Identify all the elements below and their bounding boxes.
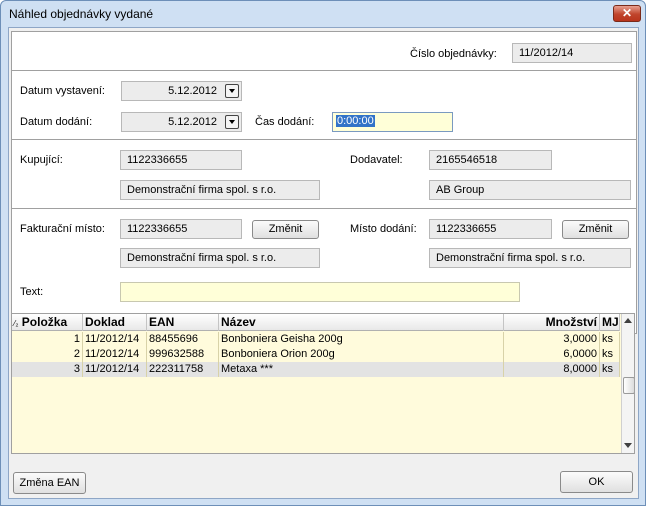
cell-item[interactable]: 3 — [12, 362, 83, 377]
cell-ean[interactable]: 88455696 — [147, 332, 219, 347]
cell-ean[interactable]: 999632588 — [147, 347, 219, 362]
buyer-name-field: Demonstrační firma spol. s r.o. — [120, 180, 320, 200]
billing-place-name-field: Demonstrační firma spol. s r.o. — [120, 248, 320, 268]
cell-unit[interactable]: ks — [600, 347, 620, 362]
text-label: Text: — [20, 286, 44, 298]
cell-name[interactable]: Bonboniera Geisha 200g — [219, 332, 504, 347]
cell-document[interactable]: 11/2012/14 — [83, 332, 147, 347]
cell-ean[interactable]: 222311758 — [147, 362, 219, 377]
delivery-time-input[interactable]: 0:00:00 — [332, 112, 453, 132]
supplier-label: Dodavatel: — [350, 154, 403, 166]
buyer-label: Kupující: — [20, 154, 63, 166]
order-items-grid: ⁄₂ Položka Doklad EAN Název Množství MJ … — [11, 313, 635, 454]
delivery-time-value[interactable]: 0:00:00 — [336, 115, 375, 127]
dialog-client: Číslo objednávky: 11/2012/14 Datum vysta… — [8, 27, 639, 499]
delivery-place-label: Místo dodání: — [350, 223, 417, 235]
billing-place-label: Fakturační místo: — [20, 223, 105, 235]
cell-name[interactable]: Bonboniera Orion 200g — [219, 347, 504, 362]
dialog-window: Náhled objednávky vydané ✕ Číslo objedná… — [0, 0, 646, 506]
supplier-id-field: 2165546518 — [429, 150, 552, 170]
column-header-ean[interactable]: EAN — [147, 314, 219, 331]
close-button[interactable]: ✕ — [613, 5, 641, 22]
delivery-place-name-field: Demonstrační firma spol. s r.o. — [429, 248, 631, 268]
delivery-place-id-field: 1122336655 — [429, 219, 552, 239]
close-icon[interactable]: ✕ — [622, 6, 632, 20]
column-label: Položka — [21, 315, 68, 329]
cell-item[interactable]: 2 — [12, 347, 83, 362]
delivery-date-picker[interactable]: 5.12.2012 — [121, 112, 242, 132]
sort-icon[interactable]: ⁄₂ — [14, 319, 18, 328]
order-header-panel: Číslo objednávky: 11/2012/14 Datum vysta… — [11, 31, 637, 334]
supplier-name-field: AB Group — [429, 180, 631, 200]
cell-unit[interactable]: ks — [600, 332, 620, 347]
chevron-down-icon[interactable] — [225, 84, 239, 98]
cell-unit[interactable]: ks — [600, 362, 620, 377]
billing-place-id-field: 1122336655 — [120, 219, 242, 239]
title-bar[interactable]: Náhled objednávky vydané ✕ — [1, 1, 645, 27]
order-number-field: 11/2012/14 — [512, 43, 632, 63]
divider — [12, 70, 636, 71]
cell-document[interactable]: 11/2012/14 — [83, 347, 147, 362]
window-title: Náhled objednávky vydané — [9, 7, 154, 21]
ok-button[interactable]: OK — [560, 471, 633, 493]
cell-quantity[interactable]: 3,0000 — [504, 332, 600, 347]
cell-quantity[interactable]: 6,0000 — [504, 347, 600, 362]
cell-name[interactable]: Metaxa *** — [219, 362, 504, 377]
cell-document[interactable]: 11/2012/14 — [83, 362, 147, 377]
order-number-label: Číslo objednávky: — [410, 48, 497, 60]
billing-change-button[interactable]: Změnit — [252, 220, 319, 239]
table-row[interactable]: 2 11/2012/14 999632588 Bonboniera Orion 200… — [12, 347, 620, 362]
text-input[interactable] — [120, 282, 520, 302]
issue-date-value: 5.12.2012 — [168, 85, 217, 97]
column-header-item[interactable]: ⁄₂ Položka — [12, 314, 83, 331]
table-row[interactable]: 3 11/2012/14 222311758 Metaxa *** 8,0000 ks — [12, 362, 620, 377]
divider — [12, 208, 636, 209]
cell-item[interactable]: 1 — [12, 332, 83, 347]
grid-header: ⁄₂ Položka Doklad EAN Název Množství MJ — [12, 314, 620, 331]
change-ean-button[interactable]: Změna EAN — [13, 472, 86, 494]
scroll-up-icon[interactable] — [624, 318, 632, 323]
issue-date-label: Datum vystavení: — [20, 85, 105, 97]
column-header-document[interactable]: Doklad — [83, 314, 147, 331]
delivery-date-value: 5.12.2012 — [168, 116, 217, 128]
scroll-thumb[interactable] — [623, 377, 634, 394]
vertical-scrollbar[interactable] — [621, 314, 634, 453]
column-header-unit[interactable]: MJ — [600, 314, 620, 331]
buyer-id-field: 1122336655 — [120, 150, 242, 170]
cell-quantity[interactable]: 8,0000 — [504, 362, 600, 377]
delivery-date-label: Datum dodání: — [20, 116, 93, 128]
column-header-name[interactable]: Název — [219, 314, 504, 331]
column-header-quantity[interactable]: Množství — [504, 314, 600, 331]
delivery-time-label: Čas dodání: — [255, 116, 315, 128]
scroll-down-icon[interactable] — [624, 443, 632, 448]
divider — [12, 139, 636, 140]
chevron-down-icon[interactable] — [225, 115, 239, 129]
issue-date-picker[interactable]: 5.12.2012 — [121, 81, 242, 101]
table-row[interactable]: 1 11/2012/14 88455696 Bonboniera Geisha 200… — [12, 332, 620, 347]
delivery-change-button[interactable]: Změnit — [562, 220, 629, 239]
